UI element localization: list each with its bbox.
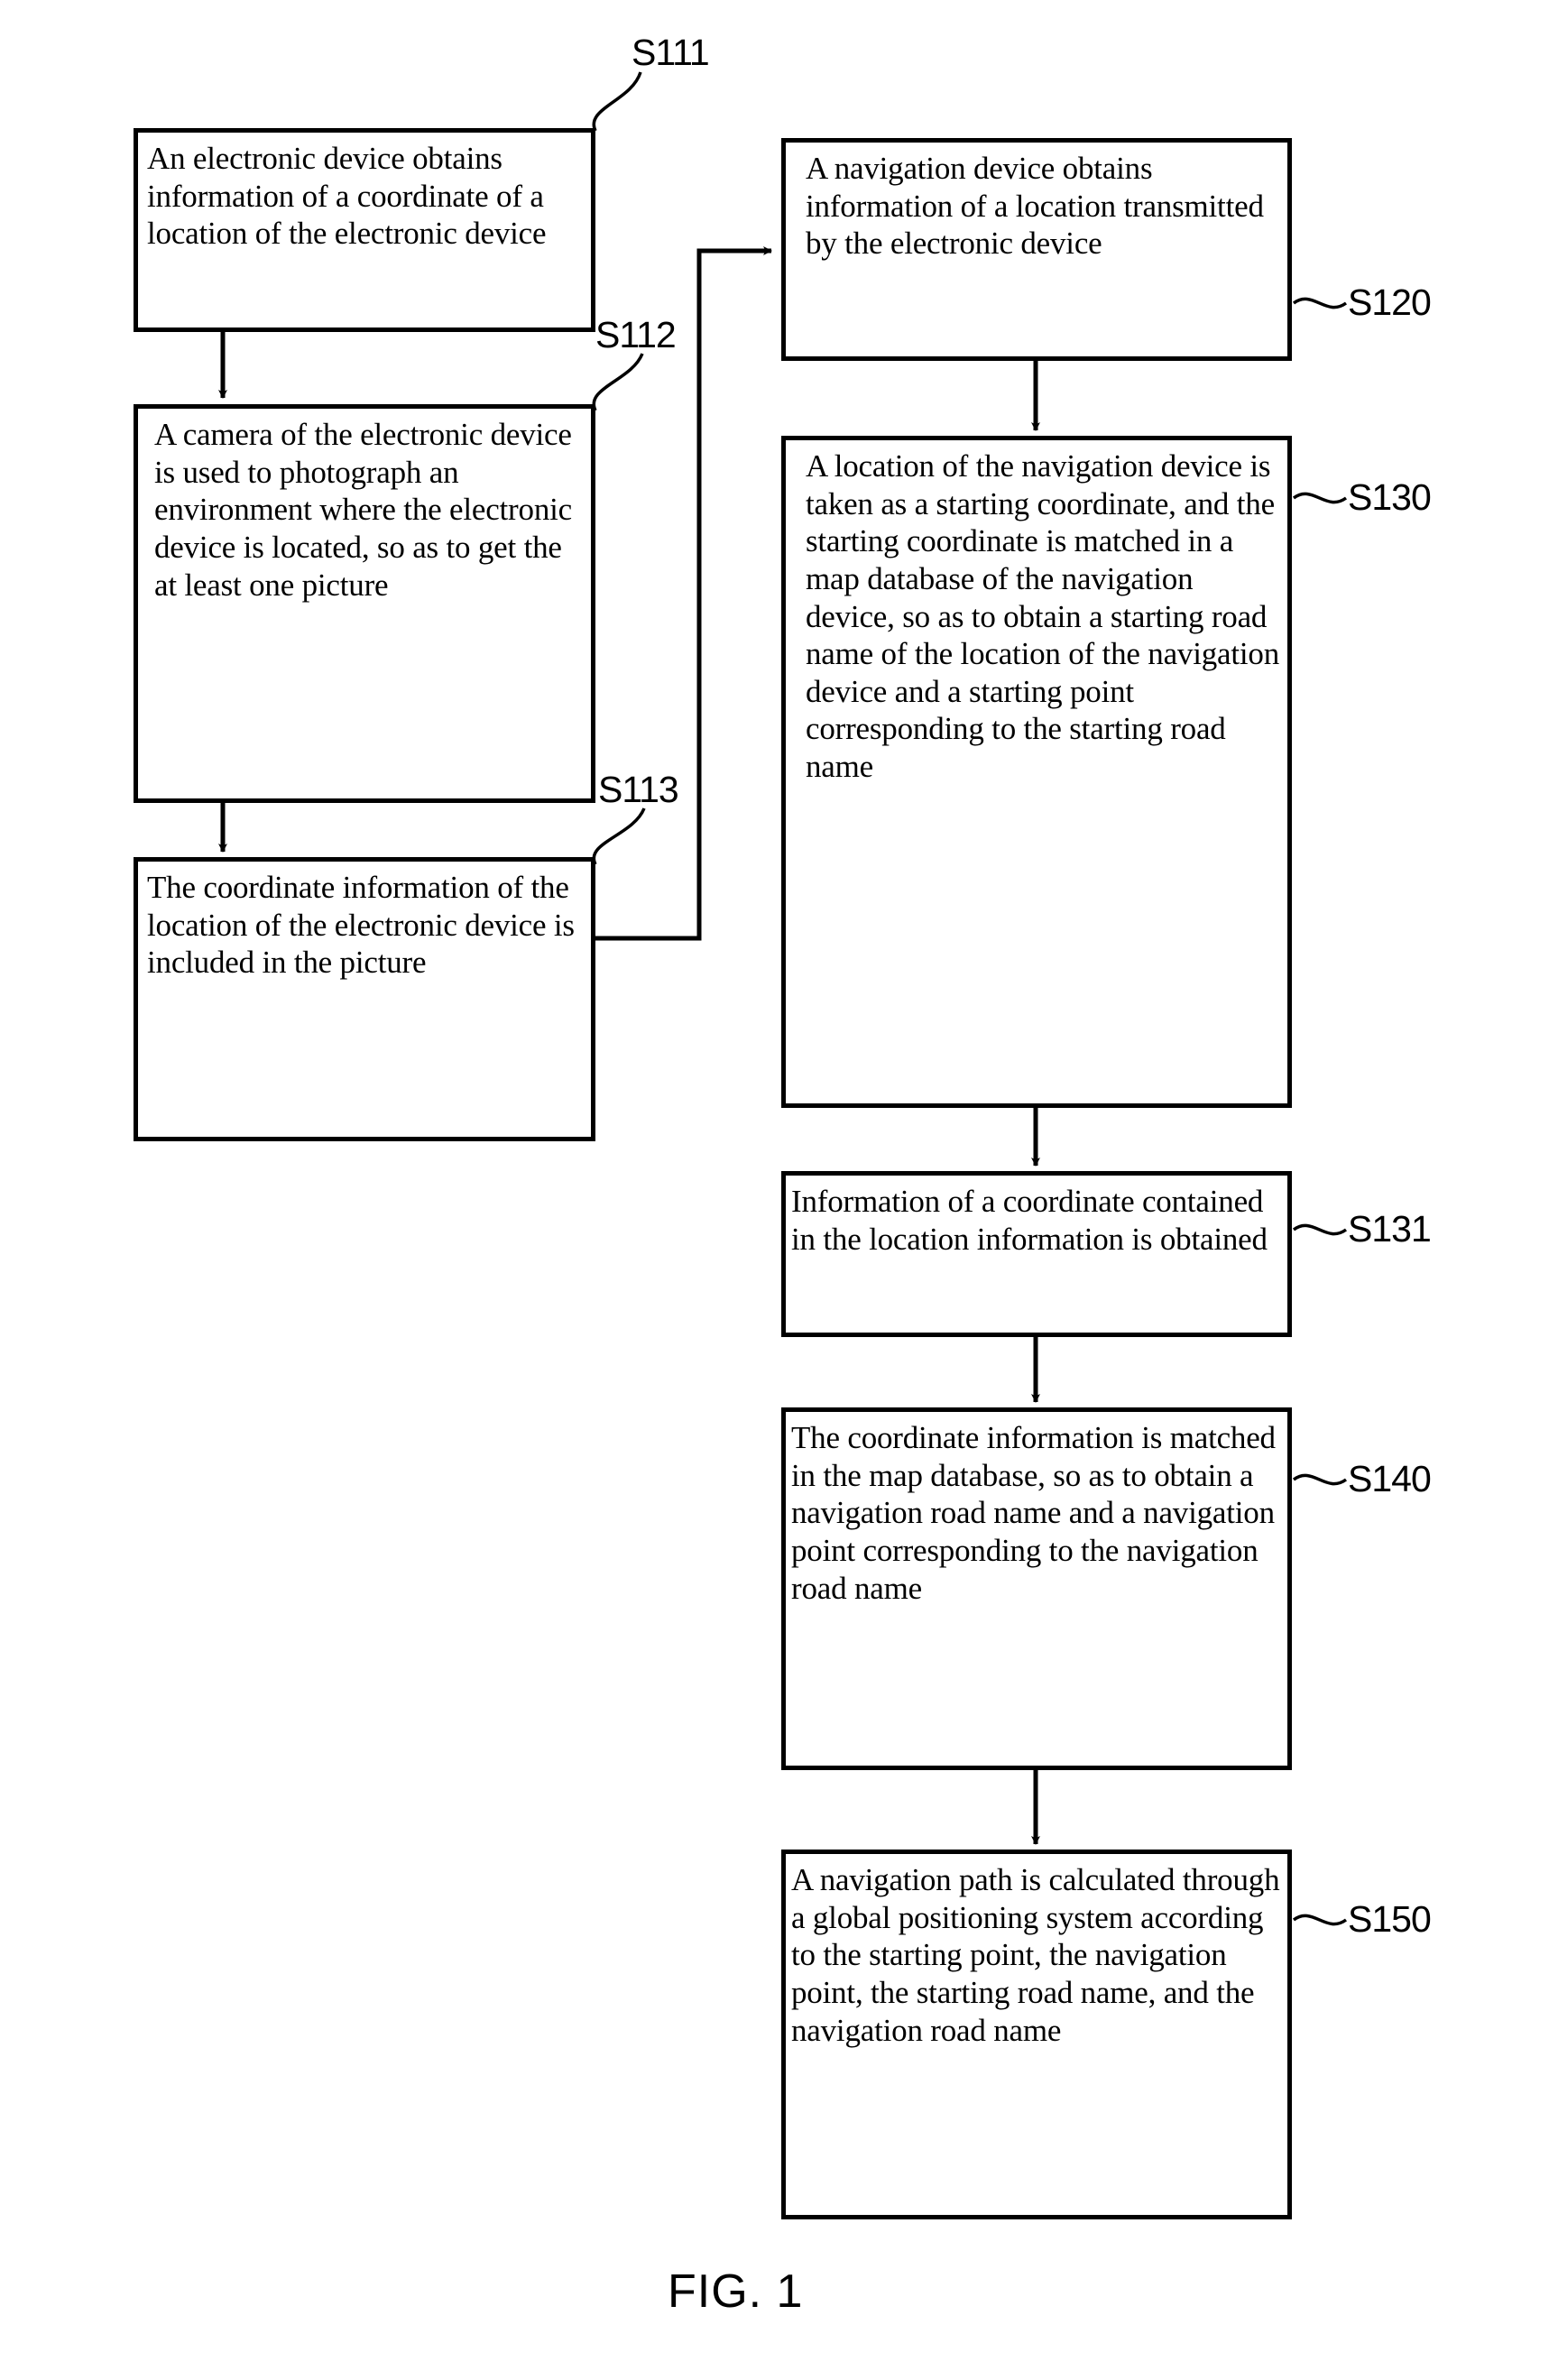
- step-label-s150: S150: [1348, 1898, 1432, 1940]
- leader-line-s111: [592, 71, 642, 132]
- flow-box-s113[interactable]: The coordinate information of the locati…: [134, 857, 595, 1141]
- step-label-s112: S112: [595, 314, 677, 355]
- figure-caption: FIG. 1: [668, 2265, 804, 2318]
- step-label-s130: S130: [1348, 476, 1432, 518]
- figure-page: An electronic device obtains information…: [0, 0, 1549, 2380]
- leader-line-s131: [1292, 1223, 1348, 1236]
- step-label-s140: S140: [1348, 1458, 1432, 1499]
- leader-line-s113: [592, 807, 646, 865]
- leader-line-s140: [1292, 1473, 1348, 1486]
- flow-box-s150[interactable]: A navigation path is calculated through …: [781, 1850, 1292, 2219]
- step-label-s131: S131: [1348, 1208, 1432, 1250]
- step-label-s113: S113: [598, 769, 679, 810]
- flow-box-s130[interactable]: A location of the navigation device is t…: [781, 436, 1292, 1108]
- flow-box-s140[interactable]: The coordinate information is matched in…: [781, 1407, 1292, 1770]
- leader-line-s120: [1292, 297, 1348, 309]
- leader-line-s112: [592, 353, 644, 411]
- flow-box-s131[interactable]: Information of a coordinate contained in…: [781, 1171, 1292, 1337]
- step-label-s120: S120: [1348, 281, 1432, 323]
- flow-box-s120[interactable]: A navigation device obtains information …: [781, 138, 1292, 361]
- leader-line-s130: [1292, 492, 1348, 504]
- flow-box-s111[interactable]: An electronic device obtains information…: [134, 128, 595, 332]
- flow-box-s112[interactable]: A camera of the electronic device is use…: [134, 404, 595, 803]
- leader-line-s150: [1292, 1914, 1348, 1926]
- step-label-s111: S111: [632, 32, 710, 73]
- flow-connectors: [218, 71, 1348, 1926]
